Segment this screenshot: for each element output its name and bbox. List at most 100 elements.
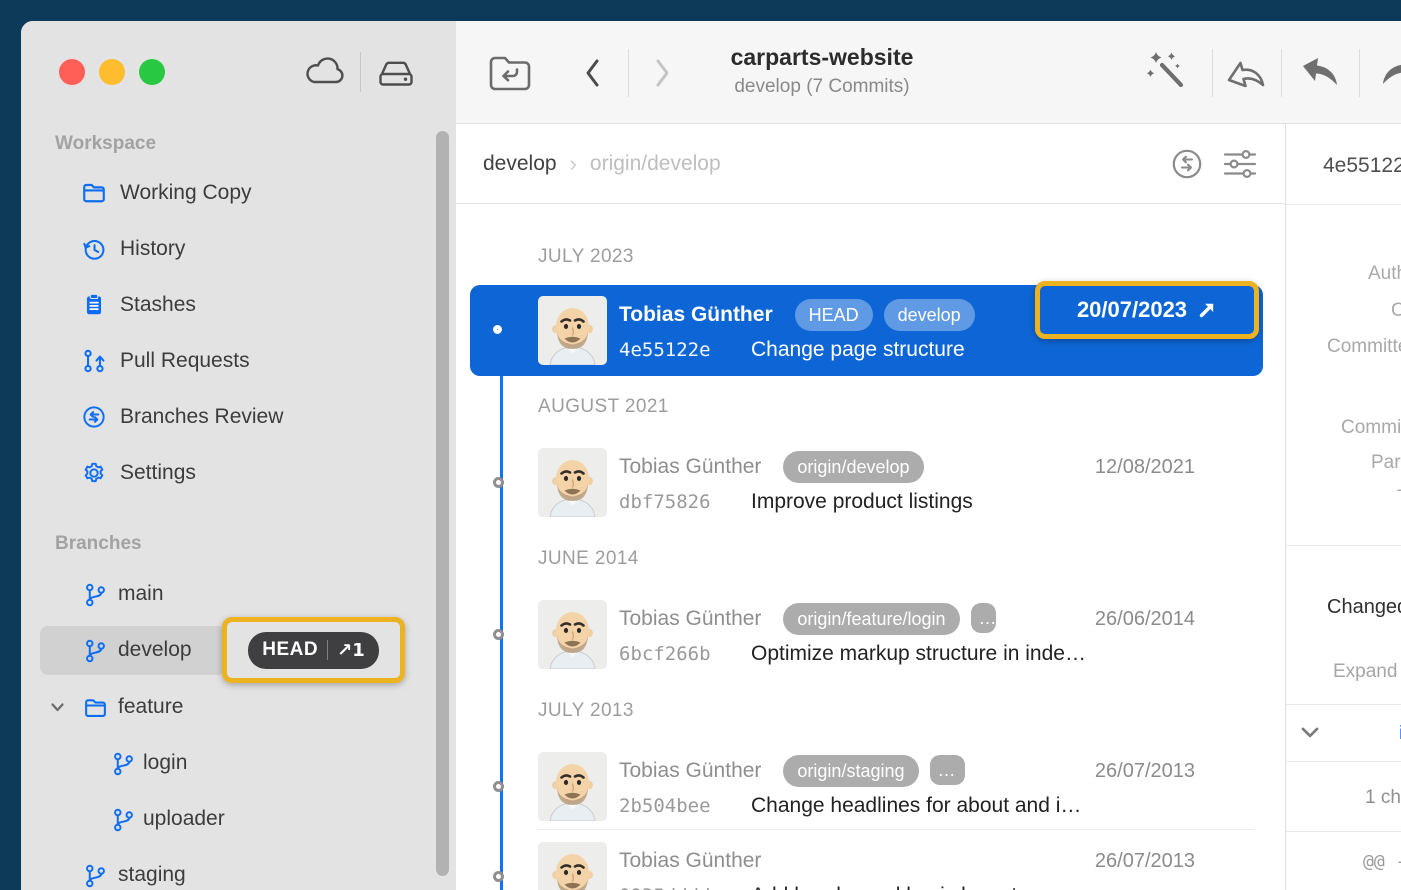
compare-button[interactable]	[1168, 145, 1206, 183]
app-window: Workspace Working Copy History	[21, 21, 1401, 890]
branches-review-icon	[81, 404, 107, 430]
back-button[interactable]	[581, 57, 603, 89]
panel-divider	[1286, 204, 1401, 205]
filter-button[interactable]	[1220, 145, 1260, 183]
sidebar-branch-uploader[interactable]: uploader	[21, 797, 436, 841]
pull-button[interactable]	[1294, 48, 1348, 96]
branch-icon	[83, 582, 108, 607]
repo-subtitle: develop (7 Commits)	[622, 76, 1022, 98]
sidebar: Workspace Working Copy History	[21, 21, 456, 890]
commit-graph-node	[493, 477, 504, 488]
commit-author: Tobias Günther	[619, 455, 761, 479]
branches-section-heading: Branches	[55, 533, 142, 555]
sidebar-item-pull-requests[interactable]: Pull Requests	[21, 341, 436, 381]
commit-graph-node	[493, 781, 504, 792]
commit-date: 12/08/2021	[1095, 451, 1195, 483]
avatar	[538, 448, 607, 517]
breadcrumb: develop › origin/develop	[483, 124, 721, 204]
magic-wand-icon	[1144, 48, 1192, 96]
history-icon	[81, 236, 107, 262]
commit-author: Tobias Günther	[619, 759, 761, 783]
sidebar-item-branches-review[interactable]: Branches Review	[21, 397, 436, 437]
repo-title: carparts-website	[622, 44, 1022, 71]
sidebar-branch-login[interactable]: login	[21, 741, 436, 785]
commit-row[interactable]: Tobias Günther origin/feature/login … 26…	[456, 600, 1285, 692]
push-button[interactable]	[1376, 48, 1401, 96]
commit-hash: 2b504bee	[619, 792, 711, 820]
commit-author: Tobias Günther	[619, 849, 761, 873]
commit-date-annotation: 20/07/2023	[1035, 281, 1259, 339]
sidebar-branch-staging[interactable]: staging	[21, 853, 436, 890]
chevron-down-icon[interactable]	[49, 699, 66, 716]
minimize-button[interactable]	[99, 59, 125, 85]
open-working-copy-button[interactable]	[487, 50, 533, 95]
changed-files-title: Changed Files	[1327, 596, 1401, 619]
panel-divider	[1286, 831, 1401, 832]
panel-divider	[1286, 704, 1401, 705]
folder-icon	[83, 695, 108, 720]
detail-label-tree: Tree	[1397, 487, 1401, 509]
fetch-button[interactable]	[1220, 48, 1272, 96]
panel-divider	[1286, 545, 1401, 546]
ref-badge-remote: origin/develop	[783, 451, 923, 483]
commit-graph-node	[493, 871, 504, 882]
branch-icon	[111, 807, 136, 832]
head-badge: HEAD ↗1	[248, 632, 378, 669]
commit-date: 20/07/2023	[1077, 297, 1187, 323]
sidebar-item-label: Settings	[120, 461, 196, 485]
ahead-count: ↗1	[337, 640, 365, 661]
sidebar-item-label: Branches Review	[120, 405, 283, 429]
sidebar-item-label: Working Copy	[120, 181, 252, 205]
fetch-icon	[1221, 49, 1271, 95]
branch-breadcrumb-bar: develop › origin/develop	[456, 124, 1285, 204]
branch-icon	[83, 863, 108, 888]
avatar	[538, 600, 607, 669]
head-badge-divider	[327, 640, 328, 660]
sidebar-branch-main[interactable]: main	[21, 572, 436, 616]
sidebar-item-settings[interactable]: Settings	[21, 453, 436, 493]
zoom-button[interactable]	[139, 59, 165, 85]
sidebar-item-history[interactable]: History	[21, 229, 436, 269]
sidebar-item-label: History	[120, 237, 185, 261]
chevron-down-icon[interactable]	[1300, 726, 1320, 740]
cloud-button[interactable]	[303, 53, 349, 91]
commit-row[interactable]: Tobias Günther 26/07/2013 0935dddd Add h…	[456, 842, 1285, 890]
diff-hunk-header: @@ -6,9	[1363, 851, 1401, 872]
quick-actions-button[interactable]	[1143, 47, 1193, 97]
device-button[interactable]	[372, 54, 420, 92]
sidebar-branch-folder-feature[interactable]: feature	[21, 685, 436, 729]
desktop: Workspace Working Copy History	[0, 0, 1401, 890]
toolbar-separator	[1359, 49, 1360, 97]
avatar	[538, 752, 607, 821]
ref-badge-remote: origin/staging	[783, 755, 918, 787]
avatar	[538, 296, 607, 365]
panel-divider	[1286, 761, 1401, 762]
branch-icon	[83, 638, 108, 663]
branch-icon	[111, 751, 136, 776]
breadcrumb-separator-icon: ›	[570, 151, 577, 177]
commit-history-list: JULY 2023 Tobias Günther HEAD develop 4e…	[456, 204, 1285, 890]
toolbar-separator	[1212, 49, 1213, 97]
commit-row[interactable]: Tobias Günther origin/staging … 26/07/20…	[456, 752, 1285, 844]
close-button[interactable]	[59, 59, 85, 85]
ref-badge-branch: develop	[884, 299, 975, 331]
sidebar-item-working-copy[interactable]: Working Copy	[21, 173, 436, 213]
expand-all-button[interactable]: Expand all	[1333, 661, 1401, 683]
pull-requests-icon	[81, 348, 107, 374]
date-group-header: JULY 2013	[538, 700, 634, 720]
breadcrumb-remote[interactable]: origin/develop	[590, 152, 721, 176]
commit-row-selected[interactable]: Tobias Günther HEAD develop 4e55122e Cha…	[456, 296, 1285, 388]
commit-graph-node	[493, 629, 504, 640]
detail-label-author: Author	[1368, 263, 1401, 285]
commit-hash: 4e55122e	[619, 336, 711, 364]
commit-row[interactable]: Tobias Günther origin/develop 12/08/2021…	[456, 448, 1285, 540]
sidebar-item-stashes[interactable]: Stashes	[21, 285, 436, 325]
detail-label-commit: Commit	[1341, 417, 1401, 439]
breadcrumb-branch[interactable]: develop	[483, 152, 557, 176]
north-east-arrow-icon	[1197, 300, 1217, 320]
ref-badge-overflow: …	[930, 755, 965, 785]
change-stat-text: 1 changed file	[1365, 787, 1401, 809]
cloud-icon	[304, 56, 348, 88]
sidebar-item-label: Stashes	[120, 293, 196, 317]
sidebar-scrollbar[interactable]	[436, 131, 449, 876]
